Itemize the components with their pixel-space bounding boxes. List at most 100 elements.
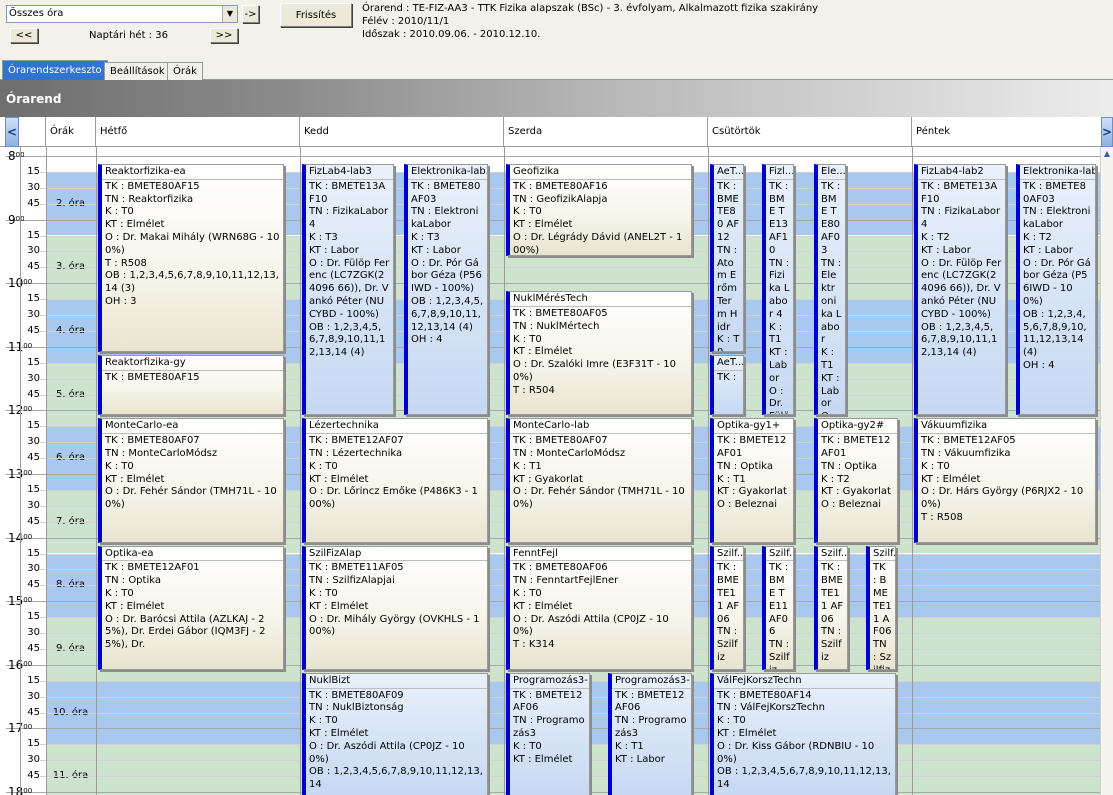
course-block[interactable]: AeT... TK : BME TE80 AF12 TN : Atom Erőm … [710,164,744,352]
course-title: NuklBizt [306,675,487,689]
hour-label: 900 [8,212,25,227]
col-szerda[interactable]: Szerda [504,117,708,147]
course-block[interactable]: Elektronika-lab2TK : BMETE80AF03 TN : El… [1016,164,1096,416]
grid-line [6,156,1100,157]
course-details: TK : BMETE12AF01 TN : Optika K : T0 KT :… [105,562,266,651]
course-title: Szilf... [870,548,895,562]
course-block[interactable]: Reaktorfizika-ea TK : BMETE80AF15 TN : Re… [98,164,284,352]
course-block[interactable]: Programozás3-... TK : BMETE12AF06 TN : Pr… [608,672,692,795]
course-details: TK : BMETE12AF01 TN : Optika K : T1 KT :… [717,435,787,511]
column-divider [912,147,913,795]
course-title: Optika-gy1+ [714,420,793,435]
col-hetfo[interactable]: Hétfő [96,117,300,147]
course-details: TK : BMETE80AF07 TN : MonteCarloMódsz K … [513,435,685,511]
vertical-scrollbar[interactable]: ▲ [1100,147,1113,795]
course-title: Szilf... [818,548,847,562]
course-block[interactable]: NuklBizt TK : BMETE80AF09 TN : NuklBizton… [302,672,488,795]
course-block[interactable]: Programozás3-... TK : BMETE12AF06 TN : Pr… [506,672,590,795]
course-block[interactable]: FenntFejl TK : BMETE80AF06 TN : FenntartF… [506,545,692,670]
course-block[interactable]: Szilf...TK : BME TE11 AF06 TN : Szilfiz [866,545,896,670]
course-block[interactable]: FizLab4-lab2 TK : BMETE13AF10 TN : Fizika… [914,164,1006,416]
course-title: Geofizika [510,166,691,180]
course-block[interactable]: Fizl... TK : BME TE13 AF10 TN : Fizika La… [762,164,794,416]
course-block[interactable]: Optika-ea TK : BMETE12AF01 TN : Optika K … [98,545,284,670]
course-title: Vákuumfizika [918,420,1095,435]
course-details: TK : BMETE80AF16 TN : GeofizikAlapja K :… [513,180,683,256]
next-week-button[interactable]: >> [210,28,238,43]
course-block[interactable]: AeT... TK : [710,354,744,416]
tab-orak[interactable]: Órák [167,62,203,80]
course-block[interactable]: NuklMérésTech TK : BMETE80AF05 TN : NuklM… [506,291,692,416]
refresh-button[interactable]: Frissítés [280,3,352,27]
course-title: Elektronika-lab2 [1020,166,1095,180]
course-details: TK : BMETE80AF03 TN : ElektronikaLabor K… [1023,180,1091,371]
column-divider [504,147,505,795]
course-title: Reaktorfizika-gy [102,357,283,371]
course-details: TK : BMETE80AF15 TN : Reaktorfizika K : … [105,180,280,307]
prev-week-button[interactable]: << [10,28,38,43]
course-details: TK : BMETE80AF06 TN : FenntartFejlEner K… [513,562,669,651]
column-divider [46,147,47,795]
course-block[interactable]: FizLab4-lab3 TK : BMETE13AF10 TN : Fizika… [302,164,394,416]
course-details: TK : BMETE11AF05 TN : SzilfizAlapjai K :… [309,562,480,638]
course-block[interactable]: Ele... TK : BME TE80 AF03 TN : Elektr oni… [814,164,846,416]
course-details: TK : BMETE80AF07 TN : MonteCarloMódsz K … [105,435,277,511]
course-title: Szilf... [766,548,793,562]
course-title: FenntFejl [510,548,691,562]
tab-bar: Órarendszerkeszto Beállítások Órák [0,60,1113,80]
course-block[interactable]: Elektronika-lab3 TK : BMETE80AF03 TN : El… [404,164,488,416]
course-title: AeT... [714,357,743,371]
course-block[interactable]: Vákuumfizika TK : BMETE12AF05 TN : Vákuum… [914,418,1096,543]
course-details: TK : BMETE13AF10 TN : FizikaLabor4 K : T… [921,180,1002,359]
course-block[interactable]: Optika-gy1+ TK : BMETE12AF01 TN : Optika … [710,418,794,543]
col-orak: Órák [46,117,96,147]
course-block[interactable]: MonteCarlo-ea TK : BMETE80AF07 TN : Monte… [98,418,284,543]
course-details: TK : BME TE80 AF12 TN : Atom Erőm Term H… [717,180,740,351]
course-block[interactable]: Geofizika TK : BMETE80AF16 TN : GeofizikA… [506,164,692,257]
course-title: MonteCarlo-lab [510,420,691,435]
course-details: TK : BME TE11 AF06 TN : Szilfiz [717,562,740,663]
week-number: Naptári hét : 36 [89,30,168,41]
course-details: TK : BMETE12AF06 TN : Programozás3 K : T… [615,689,687,765]
chevron-left-icon[interactable]: < [5,117,19,147]
col-kedd[interactable]: Kedd [300,117,504,147]
panel-title: Órarend [0,80,1113,117]
course-filter-value: Összes óra [9,8,64,19]
course-block[interactable]: Szilf...TK : BME TE11 AF06 TN : Szilfiz [710,545,744,670]
course-details: TK : BME TE80 AF03 TN : Elektr onika Lab… [821,180,842,415]
course-block[interactable]: VálFejKorszTechn TK : BMETE80AF14 TN : Vá… [710,672,896,795]
course-title: FizLab4-lab2 [918,166,1005,180]
course-title: Optika-ea [102,548,283,562]
course-block[interactable]: Szilf...TK : BME TE11 AF06 TN : Szilfiz [762,545,794,670]
course-block[interactable]: MonteCarlo-lab TK : BMETE80AF07 TN : Mont… [506,418,692,543]
go-button[interactable]: -> [242,5,259,23]
course-title: FizLab4-lab3 [306,166,393,180]
course-title: Fizl... [766,166,793,180]
course-details: TK : BME TE11 AF06 TN : Szilfiz [769,562,790,668]
course-details: TK : BME TE11 AF06 TN : Szilfiz [821,562,844,663]
course-title: MonteCarlo-ea [102,420,283,435]
scroll-up-icon[interactable]: ▲ [1102,149,1112,161]
course-title: Szilf... [714,548,743,562]
course-block[interactable]: Szilf...TK : BME TE11 AF06 TN : Szilfiz [814,545,848,670]
column-divider [96,147,97,795]
course-block[interactable]: Optika-gy2# TK : BMETE12AF01 TN : Optika … [814,418,898,543]
tab-orarendszerkeszto[interactable]: Órarendszerkeszto [2,60,108,80]
course-block[interactable]: Lézertechnika TK : BMETE12AF07 TN : Lézer… [302,418,488,543]
timetable-name: Órarend : TE-FIZ-AA3 - TTK Fizika alapsz… [362,3,819,14]
course-details: TK : BMETE80AF05 TN : NuklMértech K : T0… [513,307,676,396]
semester: Félév : 2010/11/1 [362,16,450,27]
course-block[interactable]: SzilFizAlap TK : BMETE11AF05 TN : Szilfiz… [302,545,488,670]
course-title: Reaktorfizika-ea [102,166,283,180]
course-details: TK : BMETE12AF01 TN : Optika K : T2 KT :… [821,435,891,511]
course-filter-select[interactable]: Összes óra ▼ [6,5,238,23]
col-csutortok[interactable]: Csütörtök [708,117,912,147]
chevron-down-icon[interactable]: ▼ [222,6,237,22]
tab-beallitasok[interactable]: Beállítások [104,62,171,80]
column-divider [20,147,21,795]
chevron-right-icon[interactable]: > [1101,117,1113,147]
course-block[interactable]: Reaktorfizika-gy TK : BMETE80AF15 [98,354,284,416]
column-header: < Órák Hétfő Kedd Szerda Csütörtök Pénte… [0,117,1113,147]
col-pentek[interactable]: Péntek [912,117,1101,147]
course-title: Optika-gy2# [818,420,897,435]
